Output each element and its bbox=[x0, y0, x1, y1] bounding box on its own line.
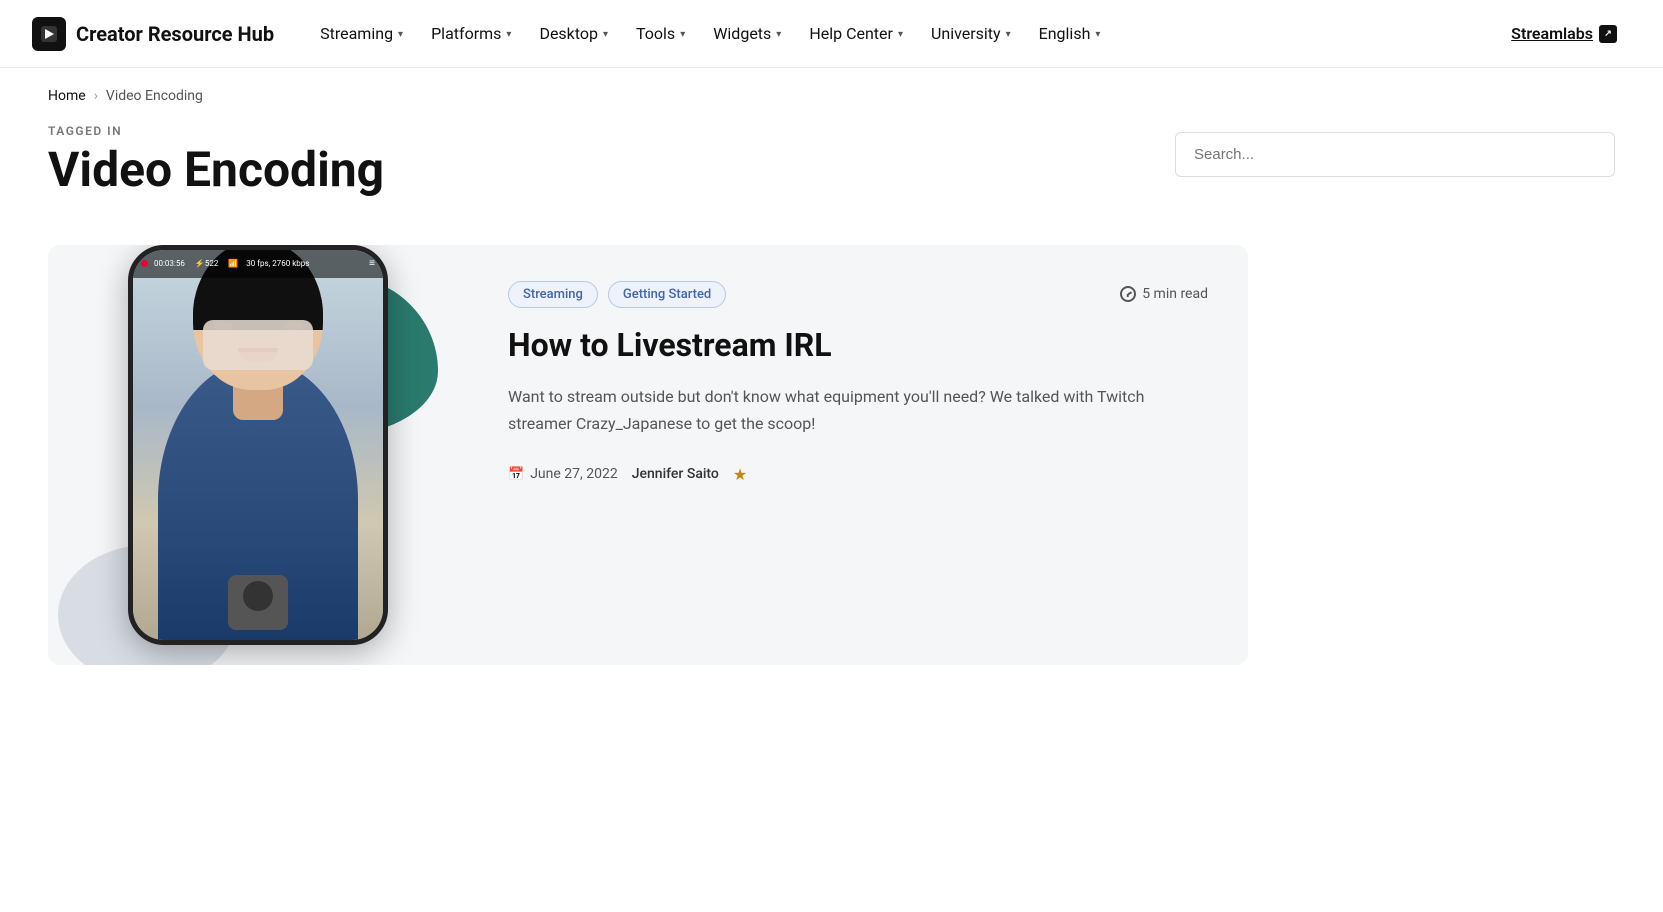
read-time: 5 min read bbox=[1120, 286, 1208, 302]
desktop-chevron-icon: ▾ bbox=[603, 29, 608, 40]
tag-getting-started[interactable]: Getting Started bbox=[608, 281, 726, 308]
article-date: 📅 June 27, 2022 bbox=[508, 466, 618, 482]
navbar-right: Streamlabs ↗ bbox=[1497, 16, 1631, 51]
search-input[interactable] bbox=[1175, 132, 1615, 177]
platforms-chevron-icon: ▾ bbox=[506, 29, 511, 40]
tagged-heading: TAGGED IN Video Encoding bbox=[48, 124, 384, 197]
phone-mockup: 00:03:56 ⚡522 📶 30 fps, 2760 kbps ≡ bbox=[128, 245, 388, 645]
site-title: Creator Resource Hub bbox=[76, 22, 274, 46]
breadcrumb: Home › Video Encoding bbox=[0, 68, 1663, 124]
article-author: Jennifer Saito bbox=[632, 466, 719, 482]
breadcrumb-separator: › bbox=[94, 88, 98, 104]
main-content: TAGGED IN Video Encoding 00:03:56 ⚡522 📶… bbox=[0, 124, 1663, 725]
breadcrumb-home[interactable]: Home bbox=[48, 88, 86, 104]
rec-indicator bbox=[141, 260, 148, 267]
phone-bar-text: 00:03:56 bbox=[154, 259, 185, 268]
navbar: Creator Resource Hub Streaming ▾ Platfor… bbox=[0, 0, 1663, 68]
phone-status-bar: 00:03:56 ⚡522 📶 30 fps, 2760 kbps ≡ bbox=[133, 250, 383, 278]
nav-help-center[interactable]: Help Center ▾ bbox=[795, 16, 917, 51]
widgets-chevron-icon: ▾ bbox=[776, 29, 781, 40]
nav-platforms[interactable]: Platforms ▾ bbox=[417, 16, 525, 51]
article-tags: Streaming Getting Started bbox=[508, 281, 726, 308]
calendar-icon: 📅 bbox=[508, 467, 524, 482]
university-chevron-icon: ▾ bbox=[1006, 29, 1011, 40]
tools-chevron-icon: ▾ bbox=[680, 29, 685, 40]
nav-streaming[interactable]: Streaming ▾ bbox=[306, 16, 417, 51]
article-excerpt: Want to stream outside but don't know wh… bbox=[508, 384, 1208, 437]
nav-widgets[interactable]: Widgets ▾ bbox=[699, 16, 795, 51]
article-meta: 📅 June 27, 2022 Jennifer Saito ★ bbox=[508, 465, 1208, 484]
streamlabs-external-icon: ↗ bbox=[1599, 25, 1617, 43]
article-image-col: 00:03:56 ⚡522 📶 30 fps, 2760 kbps ≡ bbox=[48, 245, 468, 665]
breadcrumb-current: Video Encoding bbox=[106, 88, 203, 104]
english-chevron-icon: ▾ bbox=[1095, 29, 1100, 40]
article-card: 00:03:56 ⚡522 📶 30 fps, 2760 kbps ≡ bbox=[48, 245, 1248, 665]
help-chevron-icon: ▾ bbox=[898, 29, 903, 40]
tagged-label: TAGGED IN bbox=[48, 124, 384, 138]
tagged-section: TAGGED IN Video Encoding bbox=[48, 124, 1615, 197]
site-logo[interactable]: Creator Resource Hub bbox=[32, 17, 274, 51]
article-content: Streaming Getting Started 5 min read How… bbox=[468, 245, 1248, 665]
read-time-label: 5 min read bbox=[1142, 286, 1208, 302]
phone-screen bbox=[133, 250, 383, 640]
article-title[interactable]: How to Livestream IRL bbox=[508, 326, 1208, 364]
tagged-title: Video Encoding bbox=[48, 144, 384, 197]
tag-streaming[interactable]: Streaming bbox=[508, 281, 598, 308]
nav-tools[interactable]: Tools ▾ bbox=[622, 16, 699, 51]
nav-menu: Streaming ▾ Platforms ▾ Desktop ▾ Tools … bbox=[306, 16, 1497, 51]
streaming-chevron-icon: ▾ bbox=[398, 29, 403, 40]
search-wrapper bbox=[1175, 132, 1615, 177]
nav-english[interactable]: English ▾ bbox=[1025, 16, 1115, 51]
article-tags-row: Streaming Getting Started 5 min read bbox=[508, 281, 1208, 308]
logo-icon bbox=[32, 17, 66, 51]
streamlabs-button[interactable]: Streamlabs ↗ bbox=[1497, 16, 1631, 51]
clock-icon bbox=[1120, 286, 1136, 302]
nav-university[interactable]: University ▾ bbox=[917, 16, 1025, 51]
nav-desktop[interactable]: Desktop ▾ bbox=[525, 16, 622, 51]
star-icon: ★ bbox=[733, 465, 747, 484]
